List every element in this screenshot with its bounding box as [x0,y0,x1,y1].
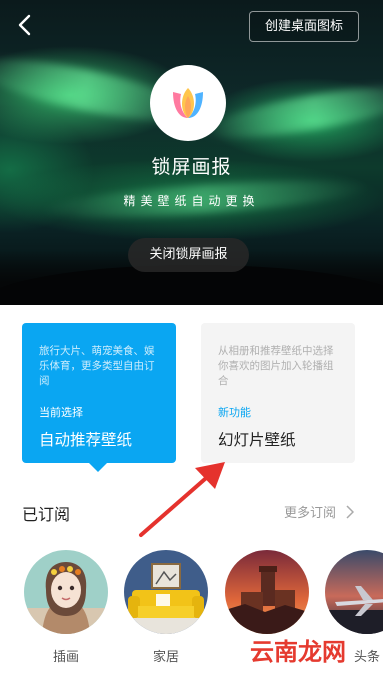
close-lockscreen-button[interactable]: 关闭锁屏画报 [128,238,249,272]
back-button[interactable] [10,10,40,40]
app-tagline: 精美壁纸自动更换 [123,194,260,208]
more-subscriptions-label: 更多订阅 [284,506,337,521]
chevron-right-icon [346,504,355,519]
header-banner: 创建桌面图标 锁屏画报 精美壁纸自动更换 关闭锁屏画报 [0,0,383,305]
option-description: 旅行大片、萌宠美食、娱乐体育，更多类型自由订阅 [39,345,155,387]
app-logo [150,65,226,141]
option-status-tag: 新功能 [218,406,251,419]
castle-sunset-icon [225,550,309,634]
subscription-label: 插画 [52,650,79,665]
option-slideshow[interactable]: 从相册和推荐壁纸中选择你喜欢的图片加入轮播组合 新功能 幻灯片壁纸 [201,323,355,463]
subscribed-section-title: 已订阅 [22,505,71,524]
create-shortcut-button[interactable]: 创建桌面图标 [249,11,359,42]
yellow-sofa-icon [124,550,208,634]
option-auto-recommend[interactable]: 旅行大片、萌宠美食、娱乐体育，更多类型自由订阅 当前选择 自动推荐壁纸 [22,323,176,472]
subscription-item[interactable]: 插画 [24,550,108,665]
watermark-text: 云南龙网 [250,638,346,666]
illustration-girl-icon [24,550,108,634]
more-subscriptions-link[interactable]: 更多订阅 [284,502,355,521]
option-status-tag: 当前选择 [39,406,83,419]
option-title: 自动推荐壁纸 [39,431,133,449]
annotation-arrow-icon [139,462,225,537]
chevron-left-icon [18,14,31,36]
tulip-icon [173,88,203,118]
option-description: 从相册和推荐壁纸中选择你喜欢的图片加入轮播组合 [218,345,334,387]
app-title: 锁屏画报 [151,156,232,178]
option-title: 幻灯片壁纸 [218,431,296,449]
subscription-label: 家居 [152,650,179,665]
airplane-icon [325,550,383,634]
subscription-item[interactable]: 家居 [124,550,208,665]
aurora-streak [198,75,383,149]
